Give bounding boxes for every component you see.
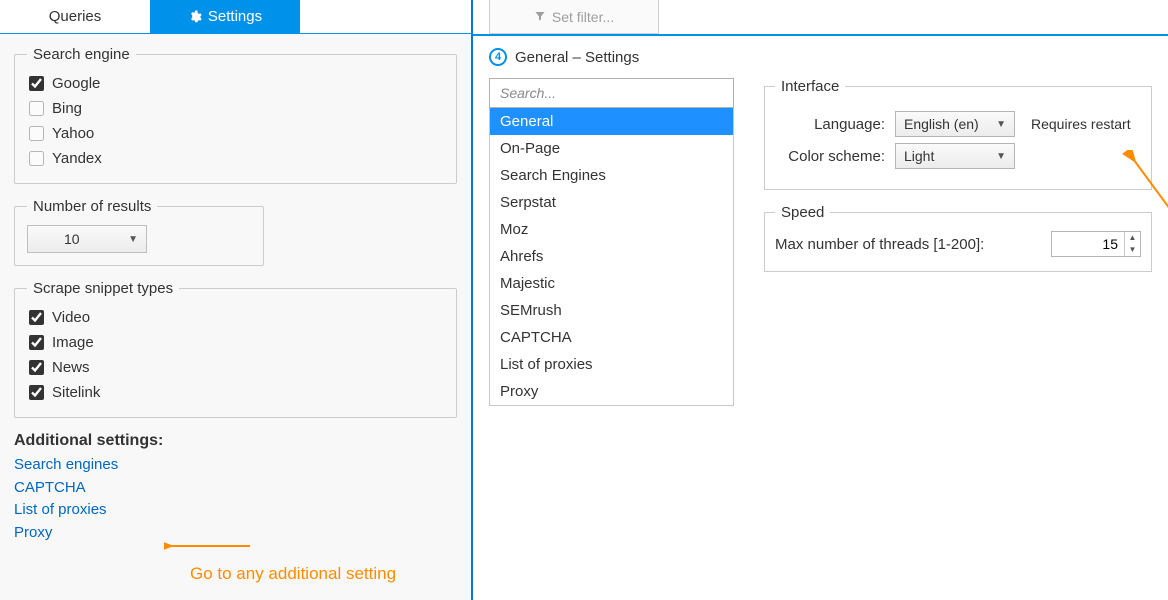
snippet-label[interactable]: Image xyxy=(52,334,94,351)
filter-icon xyxy=(534,9,546,25)
page-title: General – Settings xyxy=(515,49,639,66)
settings-form: Interface Language: English (en) ▼ Requi… xyxy=(764,78,1152,286)
right-toolbar: Set filter... xyxy=(473,0,1168,34)
tab-settings[interactable]: Settings xyxy=(150,0,300,33)
engine-checkbox-bing[interactable] xyxy=(29,101,44,116)
engine-yandex: Yandex xyxy=(27,146,444,171)
category-item-list-of-proxies[interactable]: List of proxies xyxy=(490,351,733,378)
additional-settings-heading: Additional settings: xyxy=(14,432,457,450)
group-search-engine: Search engine Google Bing Yahoo Yandex xyxy=(14,46,457,184)
snippet-image: Image xyxy=(27,330,444,355)
category-item-on-page[interactable]: On-Page xyxy=(490,135,733,162)
engine-label[interactable]: Yandex xyxy=(52,150,102,167)
snippet-label[interactable]: Sitelink xyxy=(52,384,100,401)
group-snippet-types: Scrape snippet types Video Image News Sitel… xyxy=(14,280,457,418)
number-of-results-select[interactable]: 10 ▼ xyxy=(27,225,147,253)
category-sidebar: GeneralOn-PageSearch EnginesSerpstatMozA… xyxy=(489,78,734,406)
engine-label[interactable]: Yahoo xyxy=(52,125,94,142)
additional-link-list-of-proxies[interactable]: List of proxies xyxy=(14,499,457,522)
group-legend: Speed xyxy=(775,204,830,221)
group-speed: Speed Max number of threads [1-200]: ▲ ▼ xyxy=(764,204,1152,272)
app-logo-icon: 4 xyxy=(489,48,507,66)
category-item-captcha[interactable]: CAPTCHA xyxy=(490,324,733,351)
additional-link-captcha[interactable]: CAPTCHA xyxy=(14,477,457,500)
snippet-sitelink: Sitelink xyxy=(27,380,444,405)
set-filter-button[interactable]: Set filter... xyxy=(489,0,659,34)
chevron-down-icon: ▼ xyxy=(128,234,138,245)
language-select[interactable]: English (en) ▼ xyxy=(895,111,1015,137)
engine-bing: Bing xyxy=(27,96,444,121)
additional-link-search-engines[interactable]: Search engines xyxy=(14,454,457,477)
engine-checkbox-google[interactable] xyxy=(29,76,44,91)
group-legend: Interface xyxy=(775,78,845,95)
category-item-general[interactable]: General xyxy=(490,108,733,135)
group-number-of-results: Number of results 10 ▼ xyxy=(14,198,264,266)
engine-checkbox-yandex[interactable] xyxy=(29,151,44,166)
category-item-ahrefs[interactable]: Ahrefs xyxy=(490,243,733,270)
group-legend: Search engine xyxy=(27,46,136,63)
category-search-input[interactable] xyxy=(489,78,734,108)
category-item-serpstat[interactable]: Serpstat xyxy=(490,189,733,216)
category-item-search-engines[interactable]: Search Engines xyxy=(490,162,733,189)
left-panel: Queries Settings Search engine Google Bin… xyxy=(0,0,473,600)
chevron-down-icon: ▼ xyxy=(996,151,1006,162)
language-label: Language: xyxy=(775,116,885,133)
engine-checkbox-yahoo[interactable] xyxy=(29,126,44,141)
snippet-checkbox-sitelink[interactable] xyxy=(29,385,44,400)
right-panel: Set filter... 4 General – Settings Gener… xyxy=(473,0,1168,600)
color-scheme-select[interactable]: Light ▼ xyxy=(895,143,1015,169)
group-legend: Number of results xyxy=(27,198,157,215)
chevron-down-icon: ▼ xyxy=(996,119,1006,130)
snippet-video: Video xyxy=(27,305,444,330)
category-item-majestic[interactable]: Majestic xyxy=(490,270,733,297)
snippet-checkbox-video[interactable] xyxy=(29,310,44,325)
additional-links: Search enginesCAPTCHAList of proxiesProx… xyxy=(14,454,457,544)
settings-panel-body: Search engine Google Bing Yahoo Yandex Numb… xyxy=(0,34,471,556)
left-tabs: Queries Settings xyxy=(0,0,471,34)
gear-icon xyxy=(188,10,202,24)
engine-yahoo: Yahoo xyxy=(27,121,444,146)
category-item-moz[interactable]: Moz xyxy=(490,216,733,243)
threads-label: Max number of threads [1-200]: xyxy=(775,236,984,253)
color-scheme-label: Color scheme: xyxy=(775,148,885,165)
snippet-news: News xyxy=(27,355,444,380)
annotation-arrow-right xyxy=(1114,150,1168,350)
page-title-bar: 4 General – Settings xyxy=(473,36,1168,74)
tab-queries[interactable]: Queries xyxy=(0,0,150,33)
restart-hint: Requires restart xyxy=(1031,116,1131,132)
category-item-semrush[interactable]: SEMrush xyxy=(490,297,733,324)
annotation-left: Go to any additional setting xyxy=(190,564,396,584)
engine-google: Google xyxy=(27,71,444,96)
annotation-arrow-left xyxy=(164,536,254,556)
category-item-proxy[interactable]: Proxy xyxy=(490,378,733,405)
engine-label[interactable]: Bing xyxy=(52,100,82,117)
snippet-checkbox-image[interactable] xyxy=(29,335,44,350)
snippet-label[interactable]: Video xyxy=(52,309,90,326)
group-legend: Scrape snippet types xyxy=(27,280,179,297)
engine-label[interactable]: Google xyxy=(52,75,100,92)
group-interface: Interface Language: English (en) ▼ Requi… xyxy=(764,78,1152,190)
snippet-label[interactable]: News xyxy=(52,359,90,376)
snippet-checkbox-news[interactable] xyxy=(29,360,44,375)
